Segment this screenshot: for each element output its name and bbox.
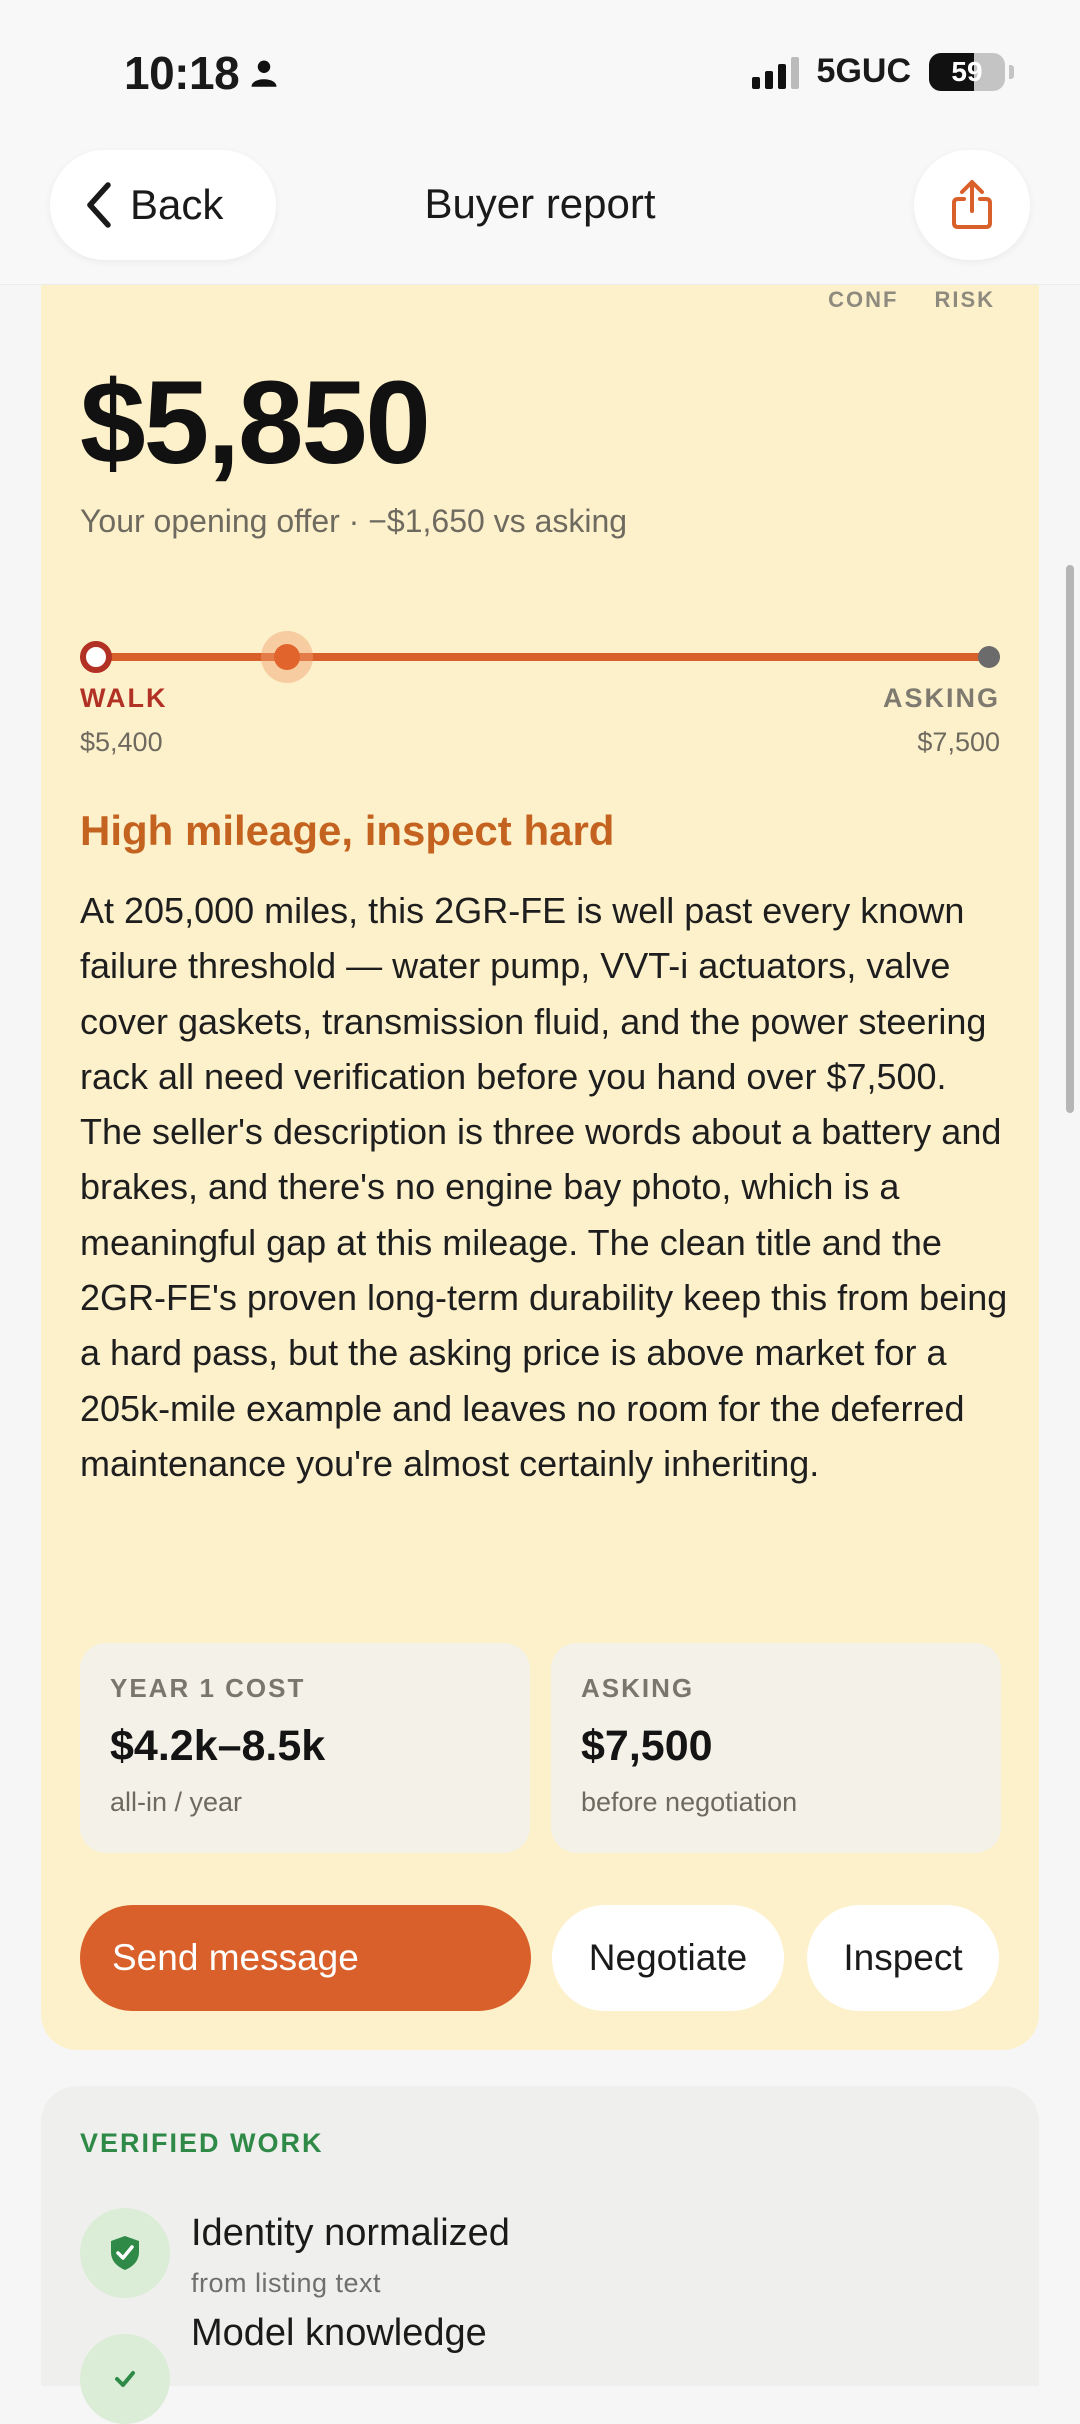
score-labels: CONF RISK (828, 287, 995, 313)
person-icon (251, 60, 277, 87)
buyer-report-card: CONF RISK $5,850 Your opening offer · −$… (41, 285, 1039, 2050)
asking-marker (978, 646, 1000, 668)
navigation-bar: Back Buyer report (0, 140, 1080, 285)
network-type: 5GUC (816, 52, 911, 90)
stat-value: $7,500 (581, 1722, 713, 1770)
offer-marker[interactable] (261, 631, 314, 683)
share-button[interactable] (914, 150, 1030, 260)
battery-icon: 59 (929, 52, 1005, 91)
stat-note: all-in / year (110, 1787, 243, 1817)
stat-note: before negotiation (581, 1787, 798, 1817)
verified-work-title: VERIFIED WORK (80, 2128, 324, 2158)
verified-item-subtitle: from listing text (191, 2268, 382, 2298)
share-icon (952, 180, 992, 229)
battery-level: 59 (951, 55, 983, 87)
stat-label: YEAR 1 COST (110, 1673, 306, 1703)
inspect-button[interactable]: Inspect (807, 1905, 999, 2011)
stat-value: $4.2k–8.5k (110, 1722, 326, 1770)
risk-label: RISK (934, 287, 995, 312)
offer-price: $5,850 (80, 357, 431, 489)
walk-marker (80, 641, 112, 673)
negotiate-button[interactable]: Negotiate (552, 1905, 784, 2011)
scroll-indicator[interactable] (1066, 565, 1074, 1113)
check-icon (80, 2334, 170, 2424)
walk-label: WALK (80, 683, 168, 713)
price-range-slider[interactable] (80, 627, 1000, 687)
conf-label: CONF (828, 287, 899, 312)
offer-marker-dot (274, 644, 301, 670)
cellular-signal-icon (751, 55, 799, 89)
clock: 10:18 (124, 47, 240, 99)
asking-price-card: ASKING $7,500 before negotiation (551, 1643, 1001, 1853)
status-indicators: 5GUC 59 (751, 52, 1014, 91)
verified-item-title: Identity normalized (191, 2212, 510, 2254)
shield-check-icon (80, 2208, 170, 2298)
verified-item-title: Model knowledge (191, 2312, 487, 2354)
offer-subtitle: Your opening offer · −$1,650 vs asking (80, 503, 628, 539)
asking-label: ASKING (882, 683, 1000, 713)
stat-label: ASKING (581, 1673, 695, 1703)
walk-value: $5,400 (80, 727, 163, 757)
verified-work-card: VERIFIED WORK Identity normalized from l… (41, 2086, 1039, 2424)
verdict-heading: High mileage, inspect hard (80, 807, 615, 854)
year-one-cost-card: YEAR 1 COST $4.2k–8.5k all-in / year (80, 1643, 530, 1853)
verdict-summary: At 205,000 miles, this 2GR-FE is well pa… (80, 890, 1008, 1484)
status-bar: 10:18 5GUC 59 (0, 0, 1080, 140)
status-time: 10:18 (124, 46, 279, 100)
asking-value: $7,500 (917, 727, 1000, 757)
range-track (80, 653, 1000, 661)
send-message-button[interactable]: Send message (80, 1905, 531, 2011)
